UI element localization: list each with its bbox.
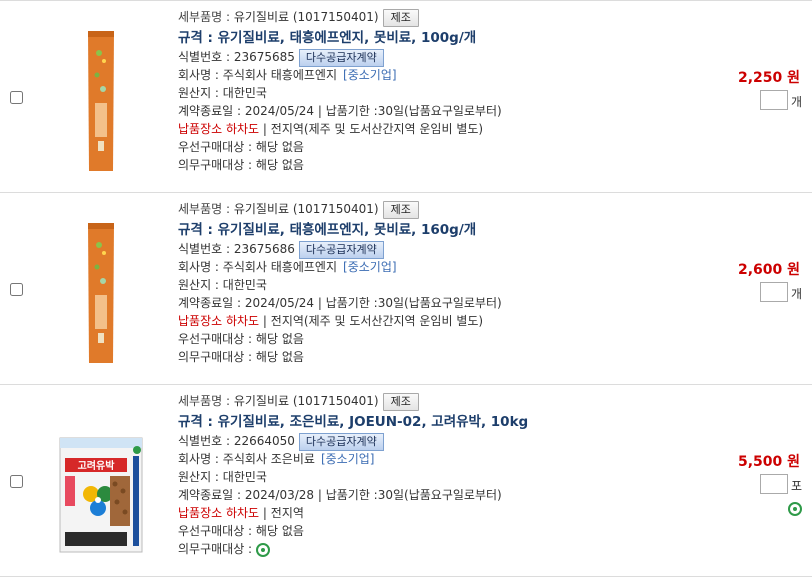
- unit-label: 개: [790, 95, 802, 109]
- mandatory-label: 의무구매대상 :: [178, 542, 256, 556]
- product-spec-link[interactable]: 규격 : 유기질비료, 태흥에프엔지, 못비료, 160g/개: [178, 218, 738, 240]
- company-label: 회사명 :: [178, 452, 223, 466]
- detail-value: 유기질비료 (1017150401): [233, 10, 379, 24]
- unit-label: 포: [790, 479, 802, 493]
- select-checkbox[interactable]: [10, 283, 23, 296]
- delivery-value: | 전지역(제주 및 도서산간지역 운임비 별도): [259, 122, 484, 136]
- eco-certification-icon: [788, 502, 802, 516]
- contract-info: 계약종료일 : 2024/03/28 | 납품기한 :30일(납품요구일로부터): [178, 488, 502, 502]
- origin-label: 원산지 :: [178, 278, 223, 292]
- select-checkbox[interactable]: [10, 91, 23, 104]
- id-value: 22664050: [233, 434, 295, 448]
- orange-fertilizer-bag-icon[interactable]: [55, 215, 147, 365]
- mandatory-value: 해당 없음: [255, 158, 304, 172]
- product-spec-link[interactable]: 규격 : 유기질비료, 조은비료, JOEUN-02, 고려유박, 10kg: [178, 410, 738, 432]
- delivery-value: | 전지역(제주 및 도서산간지역 운임비 별도): [259, 314, 484, 328]
- id-label: 식별번호 :: [178, 50, 234, 64]
- company-label: 회사명 :: [178, 68, 223, 82]
- manufacture-button[interactable]: 제조: [382, 392, 419, 411]
- company-value: 주식회사 태흥에프엔지: [222, 68, 338, 82]
- delivery-label: 납품장소 하차도: [178, 122, 260, 136]
- select-checkbox[interactable]: [10, 475, 23, 488]
- mandatory-label: 의무구매대상 :: [178, 158, 256, 172]
- origin-value: 대한민국: [222, 470, 267, 484]
- delivery-value: | 전지역: [259, 506, 304, 520]
- detail-value: 유기질비료 (1017150401): [233, 394, 379, 408]
- multi-supplier-button[interactable]: 다수공급자계약: [298, 48, 384, 67]
- orange-fertilizer-bag-icon[interactable]: [55, 23, 147, 173]
- id-label: 식별번호 :: [178, 434, 234, 448]
- manufacture-button[interactable]: 제조: [382, 200, 419, 219]
- eco-certification-icon: [255, 542, 270, 557]
- sme-badge: [중소기업]: [343, 68, 397, 82]
- company-value: 주식회사 태흥에프엔지: [222, 260, 338, 274]
- multi-supplier-button[interactable]: 다수공급자계약: [298, 432, 384, 451]
- unit-label: 개: [790, 287, 802, 301]
- detail-label: 세부품명 :: [178, 202, 234, 216]
- detail-label: 세부품명 :: [178, 10, 234, 24]
- contract-info: 계약종료일 : 2024/05/24 | 납품기한 :30일(납품요구일로부터): [178, 104, 502, 118]
- manufacture-button[interactable]: 제조: [382, 8, 419, 27]
- origin-label: 원산지 :: [178, 86, 223, 100]
- price: 5,500 원: [737, 454, 800, 470]
- multi-supplier-button[interactable]: 다수공급자계약: [298, 240, 384, 259]
- company-label: 회사명 :: [178, 260, 223, 274]
- detail-value: 유기질비료 (1017150401): [233, 202, 379, 216]
- product-spec-link[interactable]: 규격 : 유기질비료, 태흥에프엔지, 못비료, 100g/개: [178, 26, 738, 48]
- quantity-input[interactable]: [760, 282, 788, 302]
- product-row: 고려유박 세부품명 : 유기질비료 (1017150401) 제조 규격 : 유기…: [0, 385, 812, 577]
- origin-value: 대한민국: [222, 278, 267, 292]
- price: 2,600 원: [737, 262, 800, 278]
- origin-value: 대한민국: [222, 86, 267, 100]
- priority-value: 해당 없음: [255, 332, 304, 346]
- goryeo-yubak-bag-icon[interactable]: 고려유박: [55, 420, 147, 570]
- sme-badge: [중소기업]: [343, 260, 397, 274]
- priority-label: 우선구매대상 :: [178, 332, 256, 346]
- company-value: 주식회사 조은비료: [222, 452, 315, 466]
- quantity-input[interactable]: [760, 474, 788, 494]
- delivery-label: 납품장소 하차도: [178, 506, 260, 520]
- contract-info: 계약종료일 : 2024/05/24 | 납품기한 :30일(납품요구일로부터): [178, 296, 502, 310]
- bag-brand-text: 고려유박: [78, 459, 116, 472]
- id-value: 23675685: [233, 50, 295, 64]
- mandatory-label: 의무구매대상 :: [178, 350, 256, 364]
- priority-value: 해당 없음: [255, 524, 304, 538]
- delivery-label: 납품장소 하차도: [178, 314, 260, 328]
- quantity-input[interactable]: [760, 90, 788, 110]
- product-row: 세부품명 : 유기질비료 (1017150401) 제조 규격 : 유기질비료, …: [0, 193, 812, 385]
- mandatory-value: 해당 없음: [255, 350, 304, 364]
- product-list: 세부품명 : 유기질비료 (1017150401) 제조 규격 : 유기질비료, …: [0, 0, 812, 577]
- priority-value: 해당 없음: [255, 140, 304, 154]
- sme-badge: [중소기업]: [320, 452, 375, 466]
- detail-label: 세부품명 :: [178, 394, 234, 408]
- product-row: 세부품명 : 유기질비료 (1017150401) 제조 규격 : 유기질비료, …: [0, 0, 812, 193]
- priority-label: 우선구매대상 :: [178, 140, 256, 154]
- origin-label: 원산지 :: [178, 470, 223, 484]
- id-label: 식별번호 :: [178, 242, 234, 256]
- price: 2,250 원: [737, 70, 800, 86]
- priority-label: 우선구매대상 :: [178, 524, 256, 538]
- id-value: 23675686: [233, 242, 295, 256]
